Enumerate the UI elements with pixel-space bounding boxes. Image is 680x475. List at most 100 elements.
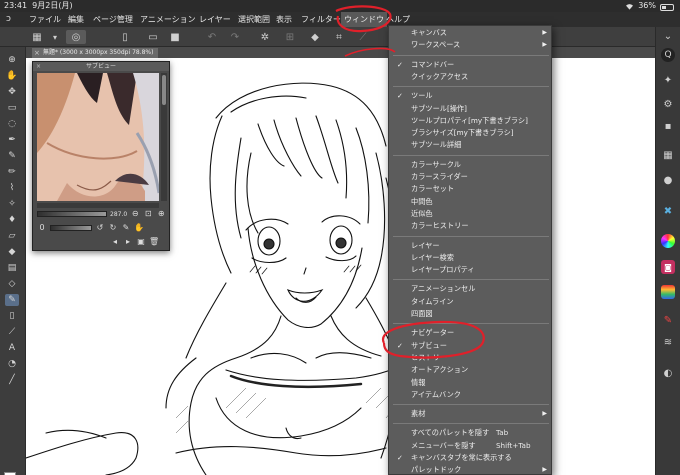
fit-icon[interactable]: ⊡ [143, 209, 153, 219]
window-menu-item[interactable]: ブラシサイズ[my下書きブラシ] [389, 127, 551, 139]
text-tool-icon[interactable]: A [5, 342, 19, 354]
next-image-icon[interactable]: ▸ [123, 237, 133, 247]
figure-tool-icon[interactable]: ◇ [5, 278, 19, 290]
color-slider-icon[interactable] [661, 285, 675, 299]
zoom-in-icon[interactable]: ⊕ [156, 209, 166, 219]
window-menu-item[interactable]: レイヤー検索 [389, 252, 551, 264]
window-menu-item[interactable]: ✓ ツール [389, 90, 551, 102]
window-menu-item[interactable]: ツールプロパティ[my下書きブラシ] [389, 115, 551, 127]
navigator-icon[interactable]: Q [661, 48, 675, 62]
window-menu-item[interactable]: カラーサークル [389, 159, 551, 171]
window-menu-item[interactable]: 中間色 [389, 196, 551, 208]
hand-icon[interactable]: ✋ [134, 223, 144, 233]
pencil-tool-icon[interactable]: ✏ [5, 166, 19, 178]
color-wheel-icon[interactable] [661, 234, 675, 248]
brush-tool-icon[interactable]: ⌇ [5, 182, 19, 194]
menu-page-management[interactable]: ページ管理 [93, 12, 133, 27]
brush-icon[interactable]: ✦ [661, 73, 675, 87]
window-menu-item[interactable]: すべてのパレットを隠す Tab [389, 427, 551, 439]
undo-icon[interactable]: ↶ [205, 30, 219, 44]
ruler-icon[interactable]: ⟋ [356, 30, 370, 44]
document-tab[interactable]: × 無題* (3000 x 3000px 350dpi 78.8%) [32, 48, 159, 58]
window-menu-item[interactable]: カラースライダー [389, 171, 551, 183]
window-menu-item[interactable]: 四面図 [389, 308, 551, 320]
layers-icon[interactable]: ≋ [661, 335, 675, 349]
window-menu-item[interactable]: 情報 [389, 377, 551, 389]
window-menu-item[interactable]: ヒストリー [389, 352, 551, 364]
close-icon[interactable]: × [34, 48, 40, 58]
window-menu-item[interactable]: ✓ キャンバスタブを常に表示する [389, 452, 551, 464]
fill-icon[interactable]: ◆ [308, 30, 322, 44]
balloon-tool-icon[interactable]: ◔ [5, 358, 19, 370]
material-icon[interactable]: ◙ [661, 260, 675, 274]
line-tool-icon[interactable]: ╱ [5, 374, 19, 386]
window-menu-item[interactable]: パレットドック ▶ [389, 464, 551, 474]
menu-filter[interactable]: フィルター [301, 12, 341, 27]
window-menu-item[interactable]: サブツール[操作] [389, 103, 551, 115]
redo-icon[interactable]: ↷ [228, 30, 242, 44]
window-menu-item[interactable]: クイックアクセス [389, 71, 551, 83]
app-logo-icon[interactable]: ◎ [66, 30, 86, 44]
selection-tool-icon[interactable]: ▭ [5, 102, 19, 114]
menu-arrow-icon[interactable]: ▾ [48, 30, 62, 44]
window-menu-item[interactable]: ワークスペース ▶ [389, 39, 551, 51]
delete-icon[interactable]: 🗑 [149, 237, 159, 247]
window-menu-item[interactable]: 素材 ▶ [389, 408, 551, 420]
subview-vertical-scrollbar[interactable] [161, 73, 167, 201]
eraser-tool-icon[interactable]: ▱ [5, 230, 19, 242]
blend-tool-icon[interactable]: ♦ [5, 214, 19, 226]
hand-tool-icon[interactable]: ✋ [5, 70, 19, 82]
zoom-out-icon[interactable]: ⊖ [130, 209, 140, 219]
eyedropper-icon[interactable]: ✎ [121, 223, 131, 233]
window-menu-item[interactable]: アイテムバンク [389, 389, 551, 401]
snap-icon[interactable]: ✲ [258, 30, 272, 44]
window-menu-item[interactable]: ナビゲーター [389, 327, 551, 339]
window-menu-item[interactable]: ✓ コマンドバー [389, 59, 551, 71]
menu-file[interactable]: ファイル [29, 12, 61, 27]
save-icon[interactable]: ■ [168, 30, 182, 44]
prev-image-icon[interactable]: ◂ [110, 237, 120, 247]
window-menu-item[interactable]: レイヤープロパティ [389, 264, 551, 276]
property-icon[interactable]: ▦ [661, 148, 675, 162]
window-menu-item[interactable]: サブツール詳細 [389, 139, 551, 151]
ruler-tool-icon[interactable]: ⟋ [5, 326, 19, 338]
gradient-tool-icon[interactable]: ▤ [5, 262, 19, 274]
frame-tool-icon[interactable]: ▯ [5, 310, 19, 322]
fill-tool-icon[interactable]: ◆ [5, 246, 19, 258]
rotate-right-icon[interactable]: ↻ [108, 223, 118, 233]
subview-preview[interactable] [37, 73, 159, 201]
window-menu-item[interactable]: アニメーションセル [389, 283, 551, 295]
window-menu-item[interactable]: 近似色 [389, 208, 551, 220]
close-icon[interactable]: × [36, 62, 41, 71]
subview-titlebar[interactable]: × サブビュー [33, 62, 169, 71]
tool-settings-icon[interactable]: ⚙ [661, 97, 675, 111]
menu-animation[interactable]: アニメーション [140, 12, 196, 27]
brush-size-icon[interactable]: ● [661, 173, 675, 187]
window-menu-item[interactable]: レイヤー [389, 240, 551, 252]
window-menu-item[interactable]: タイムライン [389, 296, 551, 308]
window-menu-item[interactable]: カラーヒストリー [389, 220, 551, 232]
window-menu-item[interactable]: ✓ サブビュー [389, 340, 551, 352]
zoom-tool-icon[interactable]: ⊕ [5, 54, 19, 66]
airbrush-tool-icon[interactable]: ✧ [5, 198, 19, 210]
menu-window[interactable]: ウィンドウ [341, 12, 387, 27]
import-icon[interactable]: ▣ [136, 237, 146, 247]
window-menu-item[interactable]: カラーセット [389, 183, 551, 195]
crop-icon[interactable]: ⌗ [332, 30, 346, 44]
menu-selection[interactable]: 選択範囲 [238, 12, 270, 27]
window-menu-item[interactable]: メニューバーを隠す Shift+Tab [389, 440, 551, 452]
eyedropper-tool-icon[interactable]: ✒ [5, 134, 19, 146]
lasso-tool-icon[interactable]: ◌ [5, 118, 19, 130]
menu-edit[interactable]: 編集 [68, 12, 84, 27]
menu-layer[interactable]: レイヤー [199, 12, 231, 27]
draft-brush-tool-icon[interactable]: ✎ [5, 294, 19, 306]
rotate-slider[interactable] [50, 225, 92, 231]
pen-tool-icon[interactable]: ✎ [5, 150, 19, 162]
chevron-down-icon[interactable]: ⌄ [661, 29, 675, 43]
zoom-slider[interactable] [37, 211, 107, 217]
grid-icon[interactable]: ▦ [30, 30, 44, 44]
rotate-left-icon[interactable]: ↺ [95, 223, 105, 233]
pen-pressure-icon[interactable]: ✎ [661, 313, 675, 327]
subtool-icon[interactable]: ▪ [661, 119, 675, 133]
move-tool-icon[interactable]: ✥ [5, 86, 19, 98]
